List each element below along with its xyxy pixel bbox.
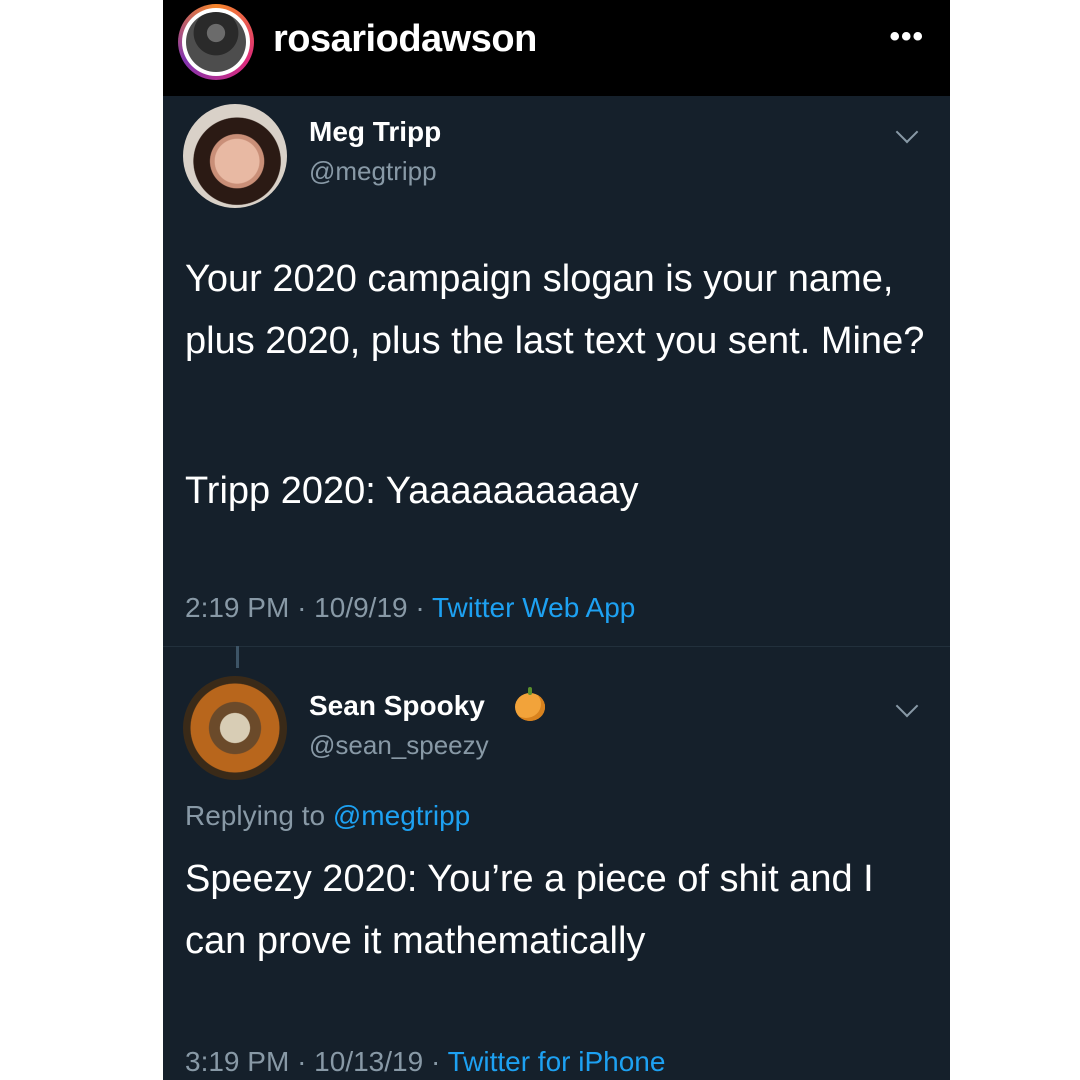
tweet-source[interactable]: Twitter Web App bbox=[432, 592, 635, 623]
tweet-date: 10/9/19 bbox=[314, 592, 408, 623]
tweet-time: 2:19 PM bbox=[185, 592, 290, 623]
profile-avatar[interactable] bbox=[178, 4, 254, 80]
separator: · bbox=[430, 1046, 441, 1077]
tweet-text: Speezy 2020: You’re a piece of shit and … bbox=[185, 858, 874, 962]
tweet-text-line-2: Tripp 2020: Yaaaaaaaaaay bbox=[185, 470, 639, 512]
post-frame: rosariodawson ••• Meg Tripp @megtripp Yo… bbox=[163, 0, 950, 1080]
divider bbox=[163, 646, 950, 647]
tweet-date: 10/13/19 bbox=[314, 1046, 424, 1077]
replying-label: Replying to bbox=[185, 800, 326, 831]
chevron-down-icon[interactable] bbox=[895, 120, 919, 144]
separator: · bbox=[297, 1046, 307, 1077]
tweet-meta: 3:19 PM · 10/13/19 · Twitter for iPhone bbox=[185, 1046, 665, 1078]
avatar[interactable] bbox=[183, 104, 287, 208]
mention-link[interactable]: @megtripp bbox=[333, 800, 470, 831]
display-name[interactable]: Meg Tripp bbox=[309, 116, 441, 148]
tweet-text: Your 2020 campaign slogan is your name, … bbox=[185, 258, 925, 362]
handle[interactable]: @megtripp bbox=[309, 156, 437, 187]
replying-to: Replying to @megtripp bbox=[185, 800, 470, 832]
chevron-down-icon[interactable] bbox=[895, 694, 919, 718]
handle[interactable]: @sean_speezy bbox=[309, 730, 489, 761]
instagram-header: rosariodawson ••• bbox=[163, 0, 950, 96]
separator: · bbox=[415, 592, 425, 623]
more-options-icon[interactable]: ••• bbox=[889, 20, 924, 54]
tweet-time: 3:19 PM bbox=[185, 1046, 290, 1077]
avatar-photo bbox=[186, 12, 246, 72]
tweet-meta: 2:19 PM · 10/9/19 · Twitter Web App bbox=[185, 592, 635, 624]
jack-o-lantern-icon bbox=[515, 687, 545, 721]
separator: · bbox=[297, 592, 307, 623]
thread-line bbox=[236, 646, 239, 668]
tweet-source[interactable]: Twitter for iPhone bbox=[448, 1046, 666, 1077]
display-name[interactable]: Sean Spooky bbox=[309, 690, 485, 722]
avatar[interactable] bbox=[183, 676, 287, 780]
instagram-username[interactable]: rosariodawson bbox=[273, 18, 537, 61]
